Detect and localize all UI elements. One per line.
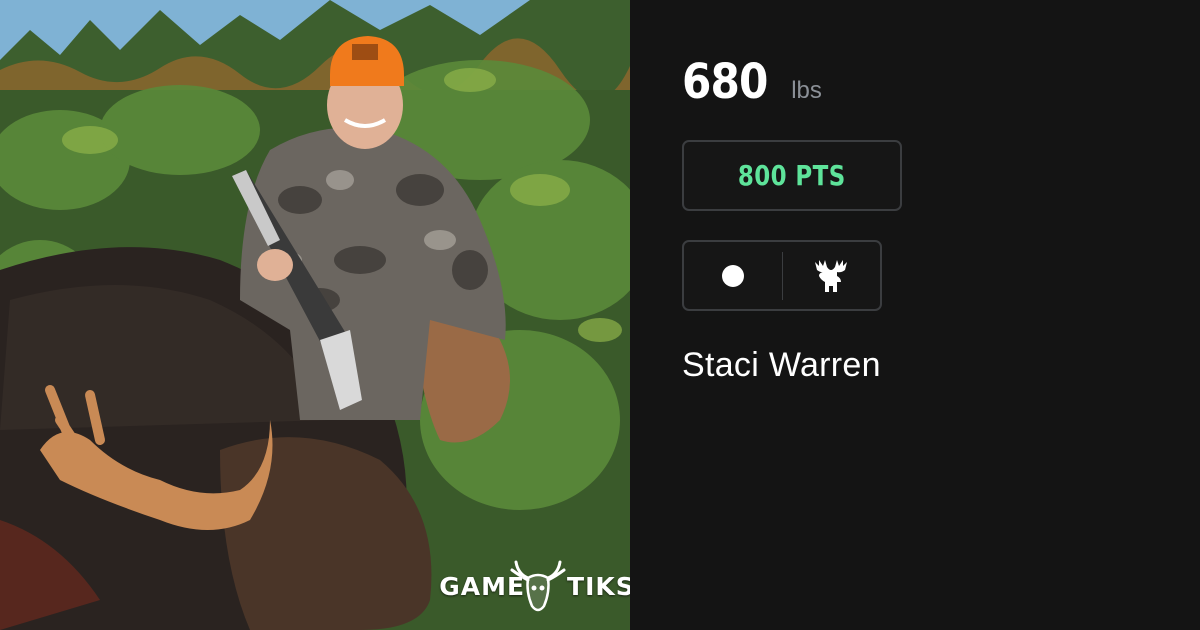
hunter-name: Staci Warren <box>682 346 881 384</box>
moose-icon <box>815 259 848 292</box>
hunt-type-icons <box>682 240 882 311</box>
watermark-text-right: TIKS <box>567 571 630 601</box>
weight-unit: lbs <box>791 77 822 104</box>
weight-display: 680 lbs <box>682 54 822 110</box>
weight-value: 680 <box>682 54 768 110</box>
dot-icon <box>721 264 744 287</box>
weapon-icon-cell <box>684 242 782 309</box>
trophy-card: GAME TIKS 680 lbs 800 PTS Staci Warren <box>0 0 1200 630</box>
species-icon-cell <box>783 242 881 309</box>
photo-scene <box>0 0 630 630</box>
points-badge: 800 PTS <box>682 140 902 211</box>
gametiks-watermark: GAME TIKS <box>439 556 630 616</box>
watermark-text-left: GAME <box>439 571 526 601</box>
points-label: 800 PTS <box>738 159 846 192</box>
stats-panel: 680 lbs 800 PTS Staci Warren <box>630 0 1200 630</box>
hunt-photo: GAME TIKS <box>0 0 630 630</box>
